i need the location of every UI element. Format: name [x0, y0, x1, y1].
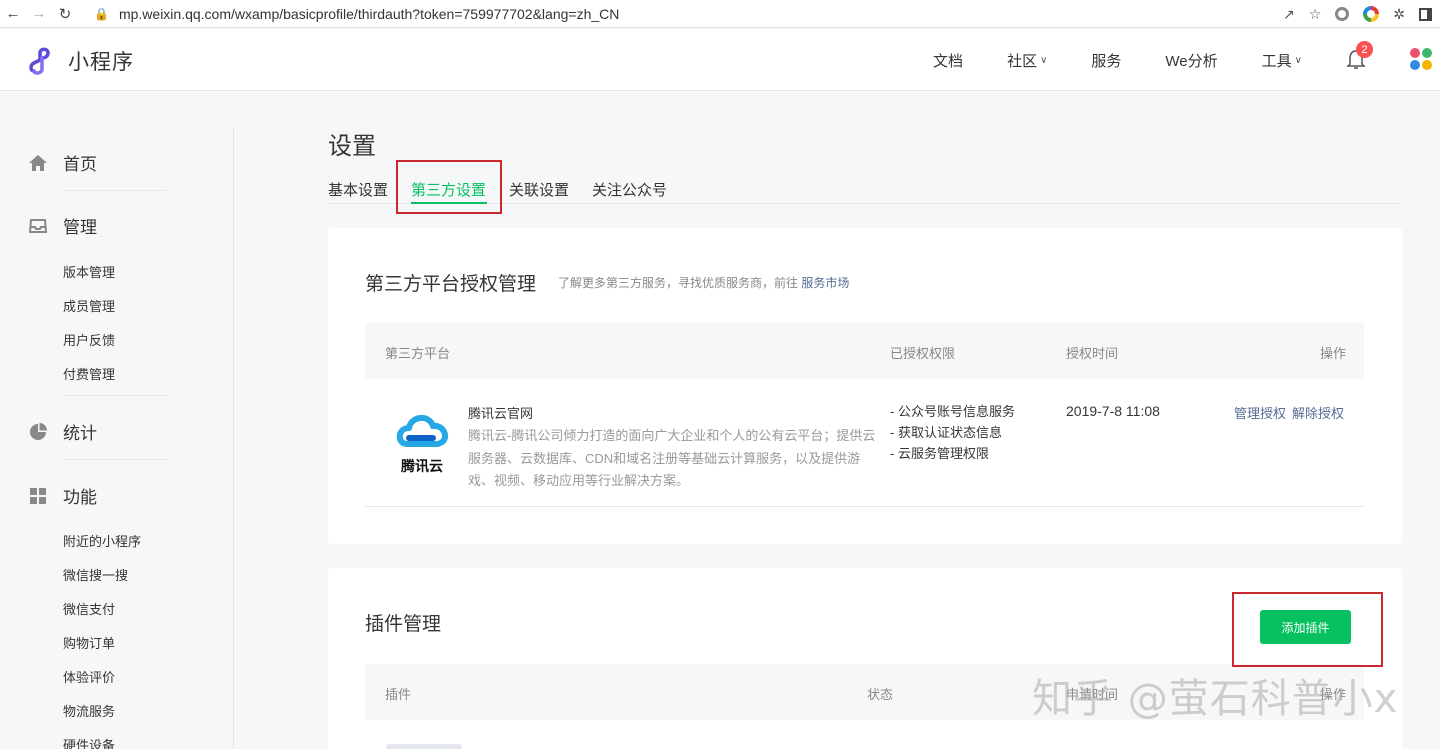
tencent-cloud-logo-text: 腾讯云 — [401, 458, 443, 474]
column-header-permissions: 已授权权限 — [890, 346, 956, 361]
plugin-title: 插件管理 — [365, 614, 442, 635]
miniprogram-logo-icon — [29, 47, 50, 75]
permission-item: - 云服务管理权限 — [890, 446, 989, 461]
tab-follow-official-account[interactable]: 关注公众号 — [592, 179, 667, 200]
url-text: mp.weixin.qq.com/wxamp/basicprofile/thir… — [118, 5, 620, 22]
platform-name: 腾讯云官网 — [468, 406, 534, 421]
grid-icon — [28, 486, 48, 506]
sidebar-group-features[interactable]: 功能 — [28, 483, 97, 508]
bookmark-star-icon[interactable]: ☆ — [1309, 6, 1322, 23]
reload-icon[interactable]: ↻ — [52, 1, 78, 27]
permission-item: - 获取认证状态信息 — [890, 425, 1002, 440]
highlight-box-tab — [396, 160, 502, 214]
inbox-icon — [28, 216, 48, 236]
home-icon — [28, 153, 48, 173]
sidebar-item-feedback[interactable]: 用户反馈 — [63, 330, 115, 349]
extension-circle-icon[interactable] — [1335, 7, 1350, 21]
address-bar[interactable]: 🔒 mp.weixin.qq.com/wxamp/basicprofile/th… — [94, 6, 619, 22]
share-icon[interactable]: ↗ — [1283, 6, 1295, 23]
column-header-status: 状态 — [867, 687, 894, 702]
third-party-table-header: 第三方平台 已授权权限 授权时间 操作 — [365, 323, 1364, 379]
forward-icon[interactable]: → — [26, 1, 52, 27]
platform-description: 腾讯云-腾讯公司倾力打造的面向广大企业和个人的公有云平台；提供云服务器、云数据库… — [468, 428, 876, 488]
sidebar-item-wechat-search[interactable]: 微信搜一搜 — [63, 565, 128, 584]
third-party-title: 第三方平台授权管理 — [365, 274, 537, 295]
sidebar-item-stats[interactable]: 统计 — [28, 419, 97, 444]
extension-color-icon[interactable] — [1363, 6, 1380, 22]
column-header-plugin: 插件 — [385, 687, 412, 702]
logo[interactable]: 小程序 — [28, 45, 134, 77]
sidebar: 首页 管理 版本管理 成员管理 用户反馈 付费管理 统计 功能 附近的小程序 微… — [0, 92, 234, 749]
permission-item: - 公众号账号信息服务 — [890, 404, 1015, 419]
auth-time: 2019-7-8 11:08 — [1066, 403, 1160, 419]
side-panel-icon[interactable] — [1419, 7, 1432, 21]
sidebar-item-logistics[interactable]: 物流服务 — [63, 701, 115, 720]
tab-linked-settings[interactable]: 关联设置 — [509, 179, 569, 200]
sidebar-item-reviews[interactable]: 体验评价 — [63, 667, 115, 686]
top-nav: 文档 社区 ∨ 服务 We分析 工具 ∨ 2 — [933, 29, 1440, 91]
sidebar-border — [233, 128, 234, 749]
column-header-auth-time: 授权时间 — [1066, 346, 1119, 361]
nav-docs[interactable]: 文档 — [933, 50, 963, 71]
third-party-tip: 了解更多第三方服务，寻找优质服务商，前往 服务市场 — [558, 276, 850, 290]
sidebar-group-manage[interactable]: 管理 — [28, 213, 97, 238]
revoke-auth-link[interactable]: 解除授权 — [1292, 403, 1344, 422]
logo-text: 小程序 — [68, 51, 134, 74]
highlight-box-add-plugin — [1232, 592, 1383, 667]
puzzle-extensions-icon[interactable]: ✲ — [1393, 6, 1405, 23]
service-market-link[interactable]: 服务市场 — [801, 276, 849, 290]
page-title: 设置 — [328, 133, 376, 160]
sidebar-divider — [63, 395, 167, 396]
back-icon[interactable]: ← — [0, 1, 26, 27]
sidebar-item-nearby[interactable]: 附近的小程序 — [63, 531, 141, 550]
lock-icon: 🔒 — [94, 6, 109, 21]
tab-basic-settings[interactable]: 基本设置 — [328, 179, 388, 200]
nav-community[interactable]: 社区 ∨ — [1007, 50, 1047, 71]
sidebar-item-hardware[interactable]: 硬件设备 — [63, 735, 115, 749]
notification-badge: 2 — [1356, 41, 1373, 58]
pie-chart-icon — [28, 422, 48, 442]
app-header: 小程序 文档 社区 ∨ 服务 We分析 工具 ∨ 2 — [0, 29, 1440, 91]
sidebar-divider — [63, 459, 167, 460]
sidebar-item-wechat-pay[interactable]: 微信支付 — [63, 599, 115, 618]
third-party-card: 第三方平台授权管理 了解更多第三方服务，寻找优质服务商，前往 服务市场 第三方平… — [328, 228, 1402, 544]
nav-services[interactable]: 服务 — [1091, 50, 1121, 71]
column-header-platform: 第三方平台 — [385, 346, 451, 361]
nav-tools[interactable]: 工具 ∨ — [1262, 50, 1302, 71]
sidebar-divider — [63, 190, 167, 191]
nav-we-analytics[interactable]: We分析 — [1165, 50, 1217, 71]
manage-auth-link[interactable]: 管理授权 — [1234, 403, 1286, 422]
avatar[interactable] — [1410, 48, 1434, 72]
sidebar-item-orders[interactable]: 购物订单 — [63, 633, 115, 652]
sidebar-item-home[interactable]: 首页 — [28, 150, 97, 175]
plugin-thumbnail — [386, 744, 462, 749]
chevron-down-icon: ∨ — [1040, 54, 1048, 66]
notification-button[interactable]: 2 — [1346, 41, 1373, 71]
row-divider — [365, 506, 1364, 507]
sidebar-item-members[interactable]: 成员管理 — [63, 296, 115, 315]
watermark: 知乎 @萤石科普小x — [1032, 676, 1399, 722]
column-header-actions: 操作 — [1319, 346, 1346, 361]
browser-toolbar: ← → ↻ 🔒 mp.weixin.qq.com/wxamp/basicprof… — [0, 0, 1440, 28]
chevron-down-icon: ∨ — [1294, 54, 1302, 66]
sidebar-item-version[interactable]: 版本管理 — [63, 262, 115, 281]
sidebar-item-payment-manage[interactable]: 付费管理 — [63, 364, 115, 383]
